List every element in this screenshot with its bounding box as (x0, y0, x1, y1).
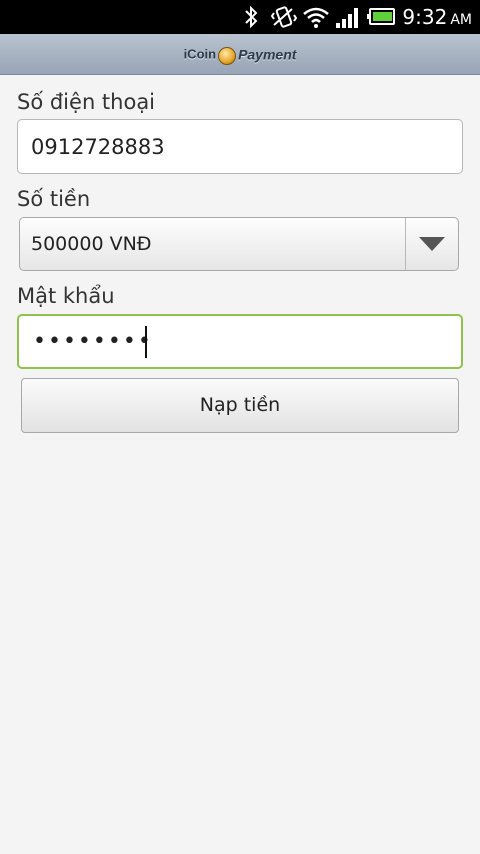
amount-select[interactable]: 500000 VNĐ (19, 217, 459, 271)
ampm-text: AM (450, 12, 472, 28)
amount-selected-value: 500000 VNĐ (31, 233, 152, 255)
password-masked-value: •••••••• (33, 329, 153, 354)
app-title-bar: iCoin Payment (0, 34, 480, 75)
signal-icon (336, 8, 358, 28)
amount-label: Số tiền (17, 187, 91, 211)
screen: 9:32 AM iCoin Payment Số điện thoại 091272… (0, 0, 480, 854)
password-input[interactable]: •••••••• (17, 314, 463, 369)
phone-input[interactable]: 0912728883 (17, 119, 463, 174)
wifi-icon (303, 7, 329, 28)
status-time: 9:32 AM (402, 4, 472, 30)
battery-icon (367, 8, 395, 25)
dropdown-arrow-button[interactable] (406, 218, 458, 270)
password-label: Mật khẩu (17, 284, 115, 308)
top-up-button[interactable]: Nạp tiền (21, 378, 459, 433)
logo-text-payment: Payment (238, 46, 297, 63)
vibrate-icon (270, 6, 298, 28)
chevron-down-icon (419, 237, 445, 251)
app-logo: iCoin Payment (0, 34, 480, 74)
text-cursor (145, 326, 147, 358)
status-bar: 9:32 AM (0, 0, 480, 34)
phone-value: 0912728883 (31, 135, 165, 159)
logo-text-icoin: iCoin (183, 46, 217, 62)
bluetooth-icon (245, 5, 258, 29)
time-text: 9:32 (402, 5, 448, 29)
phone-label: Số điện thoại (17, 90, 156, 114)
coin-icon (218, 46, 237, 65)
